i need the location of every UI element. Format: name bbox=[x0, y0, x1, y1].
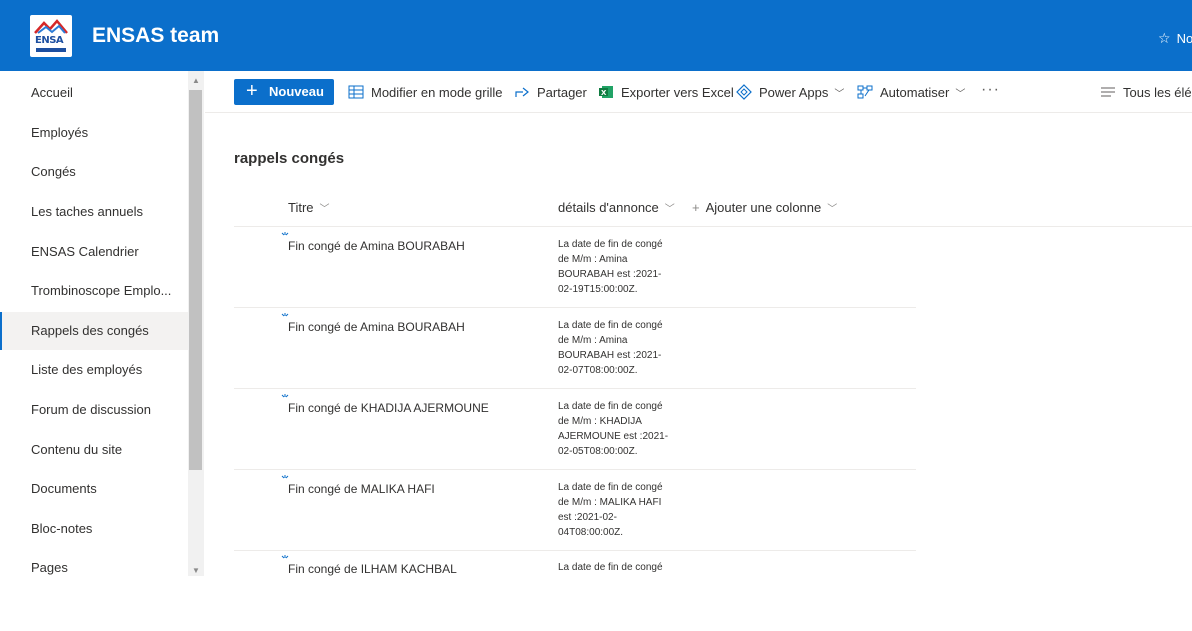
row-details-line: La date de fin de congé bbox=[558, 562, 663, 573]
share-button[interactable]: Partager bbox=[514, 84, 587, 102]
automate-button[interactable]: Automatiser ﹀ bbox=[857, 84, 965, 102]
row-details-line: La date de fin de congé bbox=[558, 320, 663, 331]
export-excel-button[interactable]: X Exporter vers Excel bbox=[598, 84, 734, 102]
view-selector[interactable]: Tous les élém bbox=[1100, 84, 1192, 102]
column-header-details[interactable]: détails d'annonce ﹀ bbox=[558, 200, 675, 215]
row-details: La date de fin de congé bbox=[558, 560, 678, 575]
nav-item-documents[interactable]: Documents bbox=[0, 470, 188, 508]
automate-icon bbox=[857, 85, 873, 99]
power-apps-icon bbox=[736, 84, 752, 100]
list-row[interactable]: Fin congé de MALIKA HAFI La date de fin … bbox=[234, 470, 916, 551]
list-row[interactable]: Fin congé de KHADIJA AJERMOUNE La date d… bbox=[234, 389, 916, 470]
share-icon bbox=[515, 87, 529, 97]
row-details-line: La date de fin de congé bbox=[558, 239, 663, 250]
nav-item-employes[interactable]: Employés bbox=[0, 114, 188, 152]
row-details-line: de M/m : Amina bbox=[558, 335, 628, 346]
row-details-line: BOURABAH est :2021- bbox=[558, 269, 662, 280]
svg-text:X: X bbox=[601, 89, 607, 97]
list-row[interactable]: Fin congé de Amina BOURABAH La date de f… bbox=[234, 227, 916, 308]
nav-item-bloc-notes[interactable]: Bloc-notes bbox=[0, 510, 188, 548]
row-details-line: La date de fin de congé bbox=[558, 482, 663, 493]
row-details-line: 04T08:00:00Z. bbox=[558, 527, 624, 538]
suite-header: ENSA ENSAS team ☆ No bbox=[0, 0, 1192, 71]
row-details-line: de M/m : Amina bbox=[558, 254, 628, 265]
row-title[interactable]: Fin congé de MALIKA HAFI bbox=[288, 482, 435, 496]
chevron-down-icon: ﹀ bbox=[664, 204, 675, 215]
row-details-line: 02-07T08:00:00Z. bbox=[558, 365, 638, 376]
add-column-button[interactable]: + Ajouter une colonne ﹀ bbox=[692, 200, 837, 215]
row-details: La date de fin de congé de M/m : Amina B… bbox=[558, 318, 678, 378]
column-header-title[interactable]: Titre ﹀ bbox=[288, 200, 330, 215]
nav-item-accueil[interactable]: Accueil bbox=[0, 74, 188, 112]
site-logo[interactable]: ENSA bbox=[30, 15, 72, 57]
row-details: La date de fin de congé de M/m : Amina B… bbox=[558, 237, 678, 297]
row-title[interactable]: Fin congé de Amina BOURABAH bbox=[288, 320, 465, 334]
excel-icon: X bbox=[599, 86, 613, 98]
column-header-details-label: détails d'annonce bbox=[558, 200, 659, 215]
follow-label: No bbox=[1176, 31, 1192, 46]
star-icon: ☆ bbox=[1158, 30, 1171, 46]
scroll-up-arrow-icon[interactable]: ▲ bbox=[188, 74, 204, 88]
nav-item-pages[interactable]: Pages bbox=[0, 549, 188, 587]
power-apps-label: Power Apps bbox=[759, 85, 829, 100]
grid-icon bbox=[348, 85, 364, 99]
row-details-line: BOURABAH est :2021- bbox=[558, 350, 662, 361]
follow-button[interactable]: ☆ No bbox=[1158, 30, 1192, 47]
row-details-line: 02-05T08:00:00Z. bbox=[558, 446, 638, 457]
nav-item-conges[interactable]: Congés bbox=[0, 153, 188, 191]
row-details: La date de fin de congé de M/m : KHADIJA… bbox=[558, 399, 678, 459]
view-selector-label: Tous les élém bbox=[1123, 85, 1192, 100]
export-excel-label: Exporter vers Excel bbox=[621, 85, 734, 100]
nav-item-forum[interactable]: Forum de discussion bbox=[0, 391, 188, 429]
list-row[interactable]: Fin congé de Amina BOURABAH La date de f… bbox=[234, 308, 916, 389]
plus-icon: + bbox=[246, 80, 258, 102]
left-navigation: Accueil Employés Congés Les taches annue… bbox=[0, 71, 204, 576]
chevron-down-icon: ﹀ bbox=[827, 204, 838, 215]
row-details-line: de M/m : KHADIJA bbox=[558, 416, 642, 427]
site-title[interactable]: ENSAS team bbox=[92, 24, 219, 48]
automate-label: Automatiser bbox=[880, 85, 950, 100]
chevron-down-icon: ﹀ bbox=[955, 89, 966, 100]
grid-edit-label: Modifier en mode grille bbox=[371, 85, 503, 100]
list-view-icon bbox=[1101, 87, 1115, 97]
row-title[interactable]: Fin congé de ILHAM KACHBAL bbox=[288, 562, 457, 576]
list-row[interactable]: Fin congé de ILHAM KACHBAL La date de fi… bbox=[234, 550, 916, 631]
power-apps-button[interactable]: Power Apps ﹀ bbox=[736, 84, 844, 102]
chevron-down-icon: ﹀ bbox=[319, 204, 330, 215]
nav-item-trombinoscope[interactable]: Trombinoscope Emplo... bbox=[0, 272, 188, 310]
nav-item-contenu-site[interactable]: Contenu du site bbox=[0, 431, 188, 469]
share-label: Partager bbox=[537, 85, 587, 100]
row-details-line: AJERMOUNE est :2021- bbox=[558, 431, 669, 442]
sidebar-scrollbar-thumb[interactable] bbox=[189, 90, 202, 470]
row-details-line: de M/m : MALIKA HAFI bbox=[558, 497, 662, 508]
grid-edit-button[interactable]: Modifier en mode grille bbox=[348, 84, 503, 102]
nav-item-calendrier[interactable]: ENSAS Calendrier bbox=[0, 233, 188, 271]
new-button[interactable]: + Nouveau bbox=[234, 79, 334, 105]
nav-item-rappels-conges[interactable]: Rappels des congés bbox=[0, 312, 188, 350]
nav-item-taches[interactable]: Les taches annuels bbox=[0, 193, 188, 231]
command-bar: + Nouveau Modifier en mode grille Partag… bbox=[205, 71, 1192, 113]
column-header-title-label: Titre bbox=[288, 200, 314, 215]
new-button-label: Nouveau bbox=[269, 84, 324, 99]
list-title: rappels congés bbox=[234, 150, 345, 167]
chevron-down-icon: ﹀ bbox=[834, 89, 845, 100]
row-details-line: 02-19T15:00:00Z. bbox=[558, 284, 638, 295]
plus-icon: + bbox=[692, 200, 700, 215]
row-details: La date de fin de congé de M/m : MALIKA … bbox=[558, 480, 678, 540]
nav-item-liste-employes[interactable]: Liste des employés bbox=[0, 351, 188, 389]
row-title[interactable]: Fin congé de Amina BOURABAH bbox=[288, 239, 465, 253]
row-details-line: est :2021-02- bbox=[558, 512, 617, 523]
more-options-icon[interactable]: ··· bbox=[981, 81, 1000, 99]
logo-text: ENSA bbox=[35, 35, 64, 46]
add-column-label: Ajouter une colonne bbox=[705, 200, 822, 215]
row-details-line: La date de fin de congé bbox=[558, 401, 663, 412]
row-title[interactable]: Fin congé de KHADIJA AJERMOUNE bbox=[288, 401, 489, 415]
